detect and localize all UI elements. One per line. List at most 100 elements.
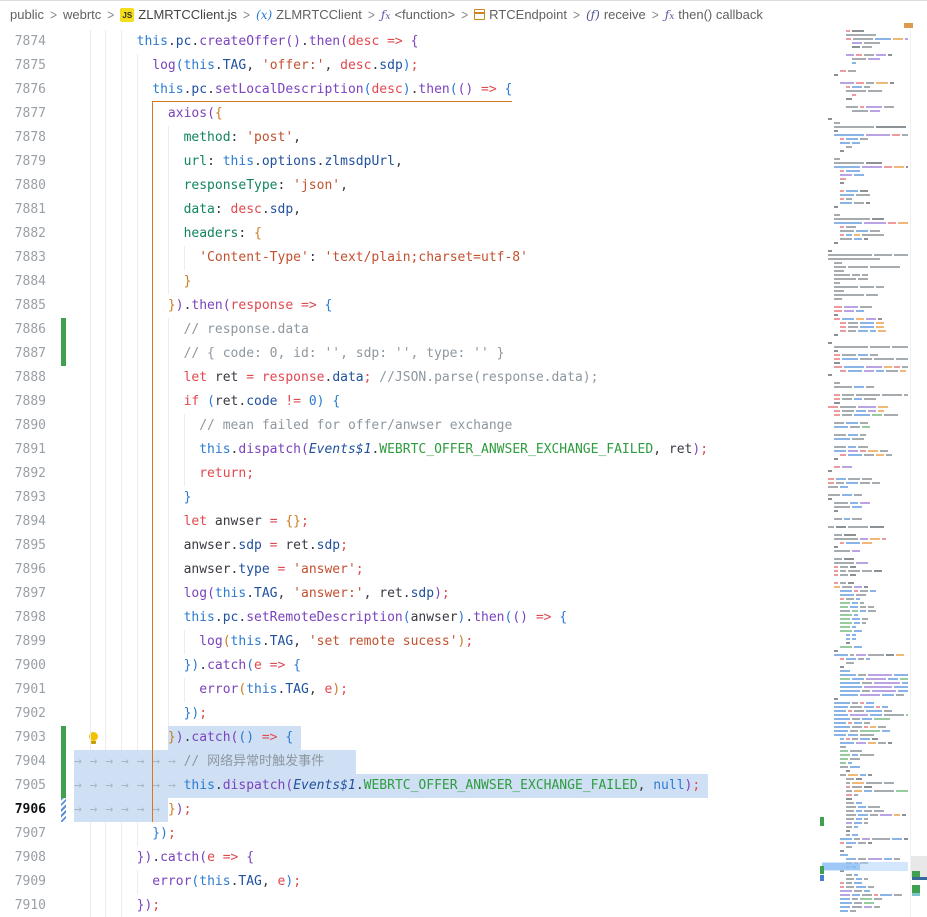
breadcrumb-item-then-callback[interactable]: ƒxthen() callback [665,7,763,22]
code-line[interactable]: 7880 responseType: 'json', [0,174,927,198]
minimap-line [822,670,908,672]
code-line[interactable]: 7881 data: desc.sdp, [0,198,927,222]
line-number[interactable]: 7909 [0,870,46,894]
line-number[interactable]: 7889 [0,390,46,414]
code-line[interactable]: 7885 }).then(response => { [0,294,927,318]
line-number[interactable]: 7886 [0,318,46,342]
code-line[interactable]: 7900 }).catch(e => { [0,654,927,678]
code-line[interactable]: 7902 }); [0,702,927,726]
minimap[interactable] [822,30,908,914]
breadcrumb-item-public[interactable]: public [10,7,44,22]
line-number[interactable]: 7885 [0,294,46,318]
line-number[interactable]: 7875 [0,54,46,78]
line-number[interactable]: 7896 [0,558,46,582]
code-line[interactable]: 7889 if (ret.code != 0) { [0,390,927,414]
line-number[interactable]: 7894 [0,510,46,534]
code-line[interactable]: 7878 method: 'post', [0,126,927,150]
line-number[interactable]: 7880 [0,174,46,198]
line-number[interactable]: 7892 [0,462,46,486]
code-line[interactable]: 7876 this.pc.setLocalDescription(desc).t… [0,78,927,102]
line-number[interactable]: 7893 [0,486,46,510]
line-number[interactable]: 7899 [0,630,46,654]
code-line[interactable]: 7895 anwser.sdp = ret.sdp; [0,534,927,558]
line-number[interactable]: 7882 [0,222,46,246]
line-number[interactable]: 7878 [0,126,46,150]
line-number[interactable]: 7901 [0,678,46,702]
line-number[interactable]: 7907 [0,822,46,846]
line-number[interactable]: 7890 [0,414,46,438]
whitespace-tab-arrow: → [168,778,184,793]
line-number[interactable]: 7897 [0,582,46,606]
breadcrumb-item-rtcendpoint[interactable]: RTCEndpoint [474,7,567,22]
minimap-line [822,122,908,124]
code-line[interactable]: 7877 axios({ [0,102,927,126]
line-number[interactable]: 7884 [0,270,46,294]
minimap-line [822,646,908,648]
line-number[interactable]: 7888 [0,366,46,390]
line-number[interactable]: 7876 [0,78,46,102]
breadcrumb-item-receive[interactable]: (ƒ)receive [586,7,646,22]
line-number[interactable]: 7883 [0,246,46,270]
minimap-changed-mark [820,817,824,826]
code-line[interactable]: 7904→ → → → → → → // 网络异常时触发事件 [0,750,927,774]
code-line[interactable]: 7883 'Content-Type': 'text/plain;charset… [0,246,927,270]
line-number[interactable]: 7905 [0,774,46,798]
code-line[interactable]: 7907 }); [0,822,927,846]
line-number[interactable]: 7904 [0,750,46,774]
line-number[interactable]: 7906 [0,798,46,822]
line-number[interactable]: 7900 [0,654,46,678]
code-line[interactable]: 7896 anwser.type = 'answer'; [0,558,927,582]
code-line[interactable]: 7908 }).catch(e => { [0,846,927,870]
code-line[interactable]: 7875 log(this.TAG, 'offer:', desc.sdp); [0,54,927,78]
line-number[interactable]: 7898 [0,606,46,630]
minimap-line [822,262,908,264]
code-line[interactable]: 7888 let ret = response.data; //JSON.par… [0,366,927,390]
line-number[interactable]: 7902 [0,702,46,726]
code-line[interactable]: 7910 }); [0,894,927,917]
line-number[interactable]: 7874 [0,30,46,54]
line-number[interactable]: 7891 [0,438,46,462]
minimap-line [822,838,908,840]
breadcrumb-item-webrtc[interactable]: webrtc [63,7,101,22]
code-line[interactable]: 7887 // { code: 0, id: '', sdp: '', type… [0,342,927,366]
code-line-text: error(this.TAG, e); [74,870,301,894]
code-line[interactable]: 7901 error(this.TAG, e); [0,678,927,702]
code-line[interactable]: 7879 url: this.options.zlmsdpUrl, [0,150,927,174]
code-line[interactable]: 7884 } [0,270,927,294]
breadcrumb-item--function-[interactable]: ƒx<function> [381,7,455,22]
code-line[interactable]: 7891 this.dispatch(Events$1.WEBRTC_OFFER… [0,438,927,462]
line-number[interactable]: 7879 [0,150,46,174]
chevron-right-icon: > [461,6,468,22]
breadcrumb-item-zlmrtcclient[interactable]: (x)ZLMRTCClient [256,7,362,22]
code-line[interactable]: 7886 // response.data [0,318,927,342]
minimap-line [822,798,908,800]
minimap-line [822,66,908,68]
code-line[interactable]: 7882 headers: { [0,222,927,246]
code-line[interactable]: 7892 return; [0,462,927,486]
line-number[interactable]: 7887 [0,342,46,366]
code-line[interactable]: 7906→ → → → → → }); [0,798,927,822]
code-line[interactable]: 7894 let anwser = {}; [0,510,927,534]
line-number[interactable]: 7908 [0,846,46,870]
code-line[interactable]: 7898 this.pc.setRemoteDescription(anwser… [0,606,927,630]
minimap-line [822,314,908,316]
line-number[interactable]: 7903 [0,726,46,750]
breadcrumb-item-zlmrtcclient-js[interactable]: JSZLMRTCClient.js [120,7,237,22]
minimap-line [822,598,908,600]
code-line[interactable]: 7909 error(this.TAG, e); [0,870,927,894]
code-line[interactable]: 7905→ → → → → → → this.dispatch(Events$1… [0,774,927,798]
code-line[interactable]: 7890 // mean failed for offer/anwser exc… [0,414,927,438]
minimap-line [822,842,908,844]
line-number[interactable]: 7895 [0,534,46,558]
line-number[interactable]: 7877 [0,102,46,126]
code-line-text: } [74,486,191,510]
overview-ruler[interactable] [910,28,927,917]
line-number[interactable]: 7881 [0,198,46,222]
line-number[interactable]: 7910 [0,894,46,917]
code-line[interactable]: 7897 log(this.TAG, 'answer:', ret.sdp); [0,582,927,606]
code-line[interactable]: 7903 }).catch(() => { [0,726,927,750]
code-line[interactable]: 7899 log(this.TAG, 'set remote sucess'); [0,630,927,654]
code-line[interactable]: 7874 this.pc.createOffer().then(desc => … [0,30,927,54]
code-line[interactable]: 7893 } [0,486,927,510]
ruler-changed-mark [912,885,920,893]
